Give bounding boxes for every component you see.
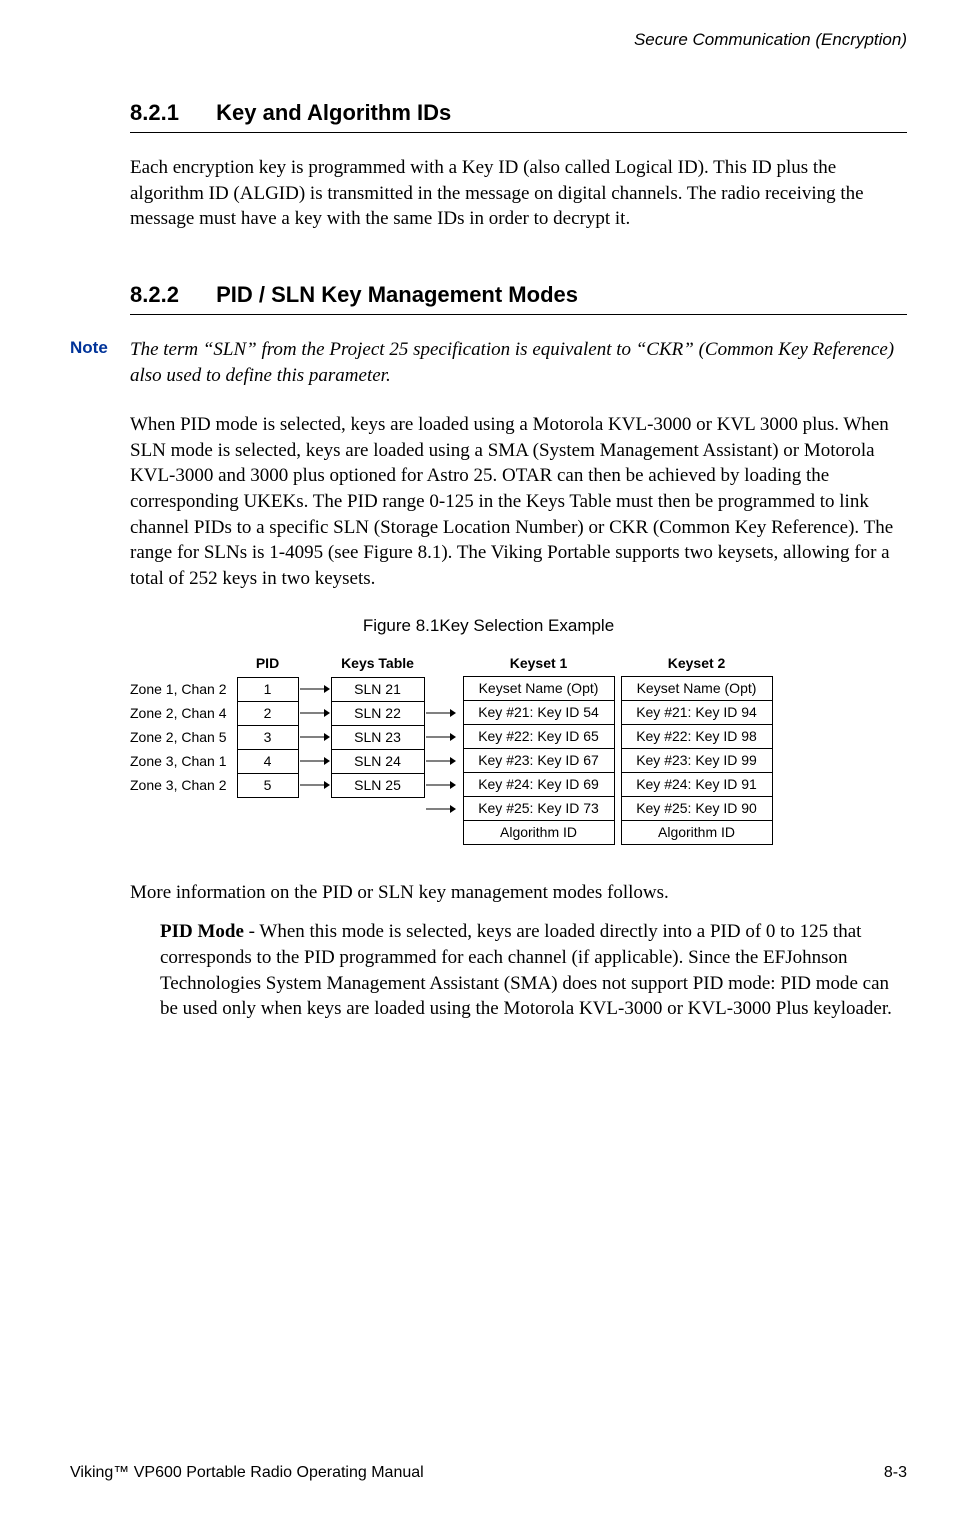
arrow-right-icon [299,725,331,749]
keyset2-cell: Key #25: Key ID 90 [622,797,772,821]
arrow-right-icon [425,797,457,821]
arrow-column [425,701,457,821]
arrow-right-icon [299,749,331,773]
keyset1-cell: Key #23: Key ID 67 [464,749,614,773]
keyset2-cell: Key #24: Key ID 91 [622,773,772,797]
pid-cell: 2 [238,702,298,726]
arrow-right-icon [425,725,457,749]
keyset1-cell: Key #24: Key ID 69 [464,773,614,797]
keys-cell: SLN 23 [332,726,424,750]
keyset2-cell: Algorithm ID [622,821,772,844]
section-title: PID / SLN Key Management Modes [216,282,578,307]
keys-table-column: Keys Table SLN 21 SLN 22 SLN 23 SLN 24 S… [331,656,425,798]
keyset1-cell: Key #25: Key ID 73 [464,797,614,821]
keys-header: Keys Table [341,656,414,677]
figure-caption: Figure 8.1Key Selection Example [70,616,907,636]
note-text: The term “SLN” from the Project 25 speci… [130,337,907,388]
pid-cell: 3 [238,726,298,750]
section-title: Key and Algorithm IDs [216,100,451,125]
section-rule [130,314,907,315]
keys-cell: SLN 22 [332,702,424,726]
keyset2-cell: Key #21: Key ID 94 [622,701,772,725]
pid-column: PID 1 2 3 4 5 [237,656,299,798]
section-rule [130,132,907,133]
zone-label: Zone 1, Chan 2 [130,677,227,701]
keys-cell: SLN 21 [332,678,424,702]
keyset1-cell: Keyset Name (Opt) [464,677,614,701]
pid-header: PID [256,656,279,677]
arrow-right-icon [425,701,457,725]
arrow-right-icon [425,773,457,797]
arrow-right-icon [425,749,457,773]
footer-page-number: 8-3 [884,1464,907,1482]
figure-diagram: Zone 1, Chan 2 Zone 2, Chan 4 Zone 2, Ch… [130,656,907,845]
keyset1-cell: Key #21: Key ID 54 [464,701,614,725]
keys-cell: SLN 24 [332,750,424,774]
paragraph-2: When PID mode is selected, keys are load… [130,412,907,591]
page-footer: Viking™ VP600 Portable Radio Operating M… [70,1464,907,1482]
keyset2-cell: Key #23: Key ID 99 [622,749,772,773]
pid-mode-label: PID Mode [160,921,244,942]
note-label: Note [70,337,130,388]
section-heading-1: 8.2.1 Key and Algorithm IDs [130,100,907,126]
keyset1-column: Keyset 1 Keyset Name (Opt) Key #21: Key … [463,656,615,845]
keys-cell: SLN 25 [332,774,424,797]
pid-cell: 4 [238,750,298,774]
zone-label: Zone 3, Chan 2 [130,773,227,797]
arrow-right-icon [299,677,331,701]
note-block: Note The term “SLN” from the Project 25 … [70,337,907,388]
pid-mode-text: - When this mode is selected, keys are l… [160,921,892,1019]
arrow-right-icon [299,701,331,725]
keyset1-cell: Key #22: Key ID 65 [464,725,614,749]
keyset2-cell: Keyset Name (Opt) [622,677,772,701]
running-header: Secure Communication (Encryption) [70,30,907,50]
keyset1-title: Keyset 1 [463,656,615,678]
zone-label: Zone 3, Chan 1 [130,749,227,773]
paragraph-3: More information on the PID or SLN key m… [130,880,907,906]
paragraph-1: Each encryption key is programmed with a… [130,155,907,232]
footer-left: Viking™ VP600 Portable Radio Operating M… [70,1464,424,1482]
keyset2-column: Keyset 2 Keyset Name (Opt) Key #21: Key … [621,656,773,845]
keyset2-title: Keyset 2 [621,656,773,678]
section-number: 8.2.2 [130,282,210,308]
paragraph-4: PID Mode - When this mode is selected, k… [160,919,907,1022]
keyset2-cell: Key #22: Key ID 98 [622,725,772,749]
pid-cell: 1 [238,678,298,702]
pid-cell: 5 [238,774,298,797]
section-number: 8.2.1 [130,100,210,126]
zone-label: Zone 2, Chan 4 [130,701,227,725]
arrow-column [299,677,331,797]
arrow-right-icon [299,773,331,797]
zone-labels-column: Zone 1, Chan 2 Zone 2, Chan 4 Zone 2, Ch… [130,677,237,797]
keyset1-cell: Algorithm ID [464,821,614,844]
section-heading-2: 8.2.2 PID / SLN Key Management Modes [130,282,907,308]
zone-label: Zone 2, Chan 5 [130,725,227,749]
